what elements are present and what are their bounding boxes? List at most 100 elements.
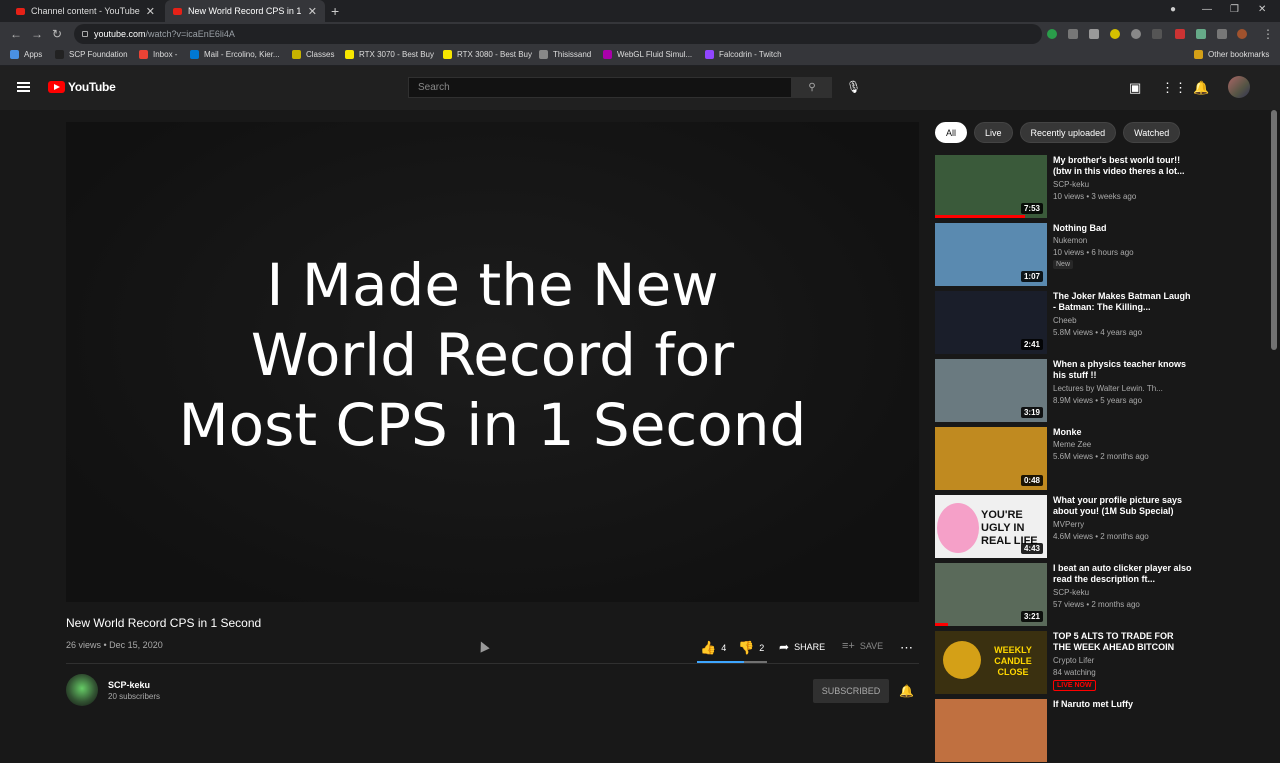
mouse-cursor-icon	[476, 639, 490, 653]
account-avatar[interactable]	[1228, 76, 1250, 98]
video-thumbnail[interactable]: 1:07	[935, 223, 1047, 286]
other-bookmarks[interactable]: Other bookmarks	[1194, 50, 1269, 59]
forward-icon[interactable]: →	[31, 27, 43, 41]
chip-watched[interactable]: Watched	[1123, 122, 1181, 143]
channel-name[interactable]: SCP-keku	[108, 680, 150, 690]
bookmark-thisissand[interactable]: Thisissand	[539, 50, 591, 59]
video-thumbnail[interactable]: WEEKLY CANDLE CLOSE	[935, 631, 1047, 694]
recommendation-title[interactable]: When a physics teacher knows his stuff !…	[1053, 359, 1193, 381]
recommendation-item[interactable]: 0:48 Monke Meme Zee 5.6M views • 2 months a…	[935, 427, 1185, 491]
video-thumbnail[interactable]: 0:48	[935, 427, 1047, 490]
recommendation-channel[interactable]: Lectures by Walter Lewin. Th...	[1053, 384, 1163, 393]
extension-icon[interactable]	[1175, 29, 1185, 39]
recommendation-title[interactable]: I beat an auto clicker player also read …	[1053, 563, 1193, 585]
bookmark-classes[interactable]: Classes	[292, 50, 334, 59]
share-button[interactable]: ➦ SHARE	[779, 640, 825, 654]
maximize-icon[interactable]: ❐	[1230, 4, 1239, 15]
extension-icon[interactable]	[1110, 29, 1120, 39]
notification-bell-icon[interactable]: 🔔	[899, 684, 914, 698]
menu-icon[interactable]	[17, 82, 30, 92]
back-icon[interactable]: ←	[10, 27, 22, 41]
chrome-menu-icon[interactable]: ⋮	[1262, 27, 1274, 41]
bookmark-rtx3080[interactable]: RTX 3080 - Best Buy	[443, 50, 532, 59]
video-player[interactable]: I Made the New World Record for Most CPS…	[66, 122, 919, 602]
video-thumbnail[interactable]: 3:19	[935, 359, 1047, 422]
recommendation-item[interactable]: 2:41 The Joker Makes Batman Laugh - Batma…	[935, 291, 1191, 355]
recommendation-channel[interactable]: SCP-keku	[1053, 588, 1089, 597]
recommendation-title[interactable]: The Joker Makes Batman Laugh - Batman: T…	[1053, 291, 1193, 313]
recommendation-item[interactable]: 7:53 My brother's best world tour!! (btw …	[935, 155, 1185, 219]
page-scrollbar[interactable]	[1271, 110, 1277, 350]
recommendation-title[interactable]: Monke	[1053, 427, 1193, 438]
recommendation-meta: 84 watching	[1053, 668, 1096, 677]
subscribed-button[interactable]: SUBSCRIBED	[813, 679, 889, 703]
recommendation-channel[interactable]: SCP-keku	[1053, 180, 1089, 189]
extension-icon[interactable]	[1089, 29, 1099, 39]
close-window-icon[interactable]: ✕	[1258, 4, 1266, 15]
chip-recently-uploaded[interactable]: Recently uploaded	[1019, 122, 1117, 143]
bookmark-twitch[interactable]: Falcodrin - Twitch	[705, 50, 782, 59]
like-button[interactable]: 👍 4	[700, 640, 726, 656]
video-thumbnail[interactable]	[935, 699, 1047, 762]
recommendation-channel[interactable]: Crypto Lifer	[1053, 656, 1094, 665]
youtube-logo[interactable]: YouTube	[48, 80, 116, 94]
dislike-button[interactable]: 👎 2	[738, 640, 764, 656]
puzzle-icon[interactable]	[1196, 29, 1206, 39]
browser-tab-video[interactable]: New World Record CPS in 1 Second ✕	[165, 0, 325, 22]
recommendation-channel[interactable]: Nukemon	[1053, 236, 1087, 245]
extension-icon[interactable]	[1068, 29, 1078, 39]
video-thumbnail[interactable]: 2:41	[935, 291, 1047, 354]
video-thumbnail[interactable]: 7:53	[935, 155, 1047, 218]
new-tab-icon[interactable]: +	[331, 3, 339, 19]
chip-all[interactable]: All	[935, 122, 968, 143]
bookmark-scp[interactable]: SCP Foundation	[55, 50, 128, 59]
bookmark-mail[interactable]: Mail - Ercolino, Kier...	[190, 50, 280, 59]
recommendation-channel[interactable]: Meme Zee	[1053, 440, 1091, 449]
microphone-icon[interactable]: 🎙	[846, 80, 861, 94]
save-button[interactable]: ≡+ SAVE	[842, 640, 883, 652]
more-actions-icon[interactable]: ⋯	[900, 640, 913, 656]
minimize-icon[interactable]: —	[1202, 4, 1212, 15]
bookmark-label: WebGL Fluid Simul...	[617, 50, 693, 59]
profile-menu-icon[interactable]: ●	[1170, 4, 1176, 15]
recommendation-item[interactable]: YOU'RE UGLY IN REAL LIFE 4:43 What your pr…	[935, 495, 1185, 559]
recommendation-title[interactable]: My brother's best world tour!! (btw in t…	[1053, 155, 1193, 177]
reading-list-icon[interactable]	[1217, 29, 1227, 39]
recommendation-item[interactable]: 3:19 When a physics teacher knows his stu…	[935, 359, 1186, 423]
scp-logo-icon	[55, 50, 64, 59]
recommendation-title[interactable]: What your profile picture says about you…	[1053, 495, 1193, 517]
bookmark-webgl[interactable]: WebGL Fluid Simul...	[603, 50, 692, 59]
bookmark-apps[interactable]: Apps	[10, 50, 42, 59]
video-duration: 0:48	[1020, 475, 1043, 486]
recommendation-channel[interactable]: MVPerry	[1053, 520, 1084, 529]
profile-icon[interactable]	[1237, 29, 1247, 39]
extension-icon[interactable]	[1131, 29, 1141, 39]
browser-tab-studio[interactable]: Channel content - YouTube Studio ✕	[8, 0, 163, 22]
close-tab-icon[interactable]: ✕	[308, 5, 317, 18]
recommendation-title[interactable]: TOP 5 ALTS TO TRADE FOR THE WEEK AHEAD B…	[1053, 631, 1193, 653]
bookmark-rtx3070[interactable]: RTX 3070 - Best Buy	[345, 50, 434, 59]
video-thumbnail[interactable]: YOU'RE UGLY IN REAL LIFE 4:43	[935, 495, 1047, 558]
search-button[interactable]: ⚲	[792, 77, 832, 98]
chip-live[interactable]: Live	[974, 122, 1013, 143]
recommendation-item[interactable]: WEEKLY CANDLE CLOSE TOP 5 ALTS TO TRADE F…	[935, 631, 1185, 695]
recommendation-title[interactable]: Nothing Bad	[1053, 223, 1193, 234]
search-input[interactable]: Search	[408, 77, 792, 98]
video-thumbnail[interactable]: 3:21	[935, 563, 1047, 626]
apps-grid-icon[interactable]: ⋮⋮	[1161, 80, 1187, 96]
channel-avatar[interactable]	[66, 674, 98, 706]
create-video-icon[interactable]: ▣	[1129, 80, 1141, 96]
recommendation-title[interactable]: If Naruto met Luffy	[1053, 699, 1193, 710]
extension-icon[interactable]	[1152, 29, 1162, 39]
search-icon: ⚲	[808, 82, 816, 93]
url-bar[interactable]: youtube.com/watch?v=icaEnE6li4A	[74, 24, 1042, 44]
recommendation-item[interactable]: 3:21 I beat an auto clicker player also r…	[935, 563, 1192, 627]
extension-icon[interactable]	[1047, 29, 1057, 39]
recommendation-channel[interactable]: Cheeb	[1053, 316, 1077, 325]
recommendation-item[interactable]: 1:07 Nothing Bad Nukemon 10 views • 6 hours…	[935, 223, 1185, 287]
recommendation-item[interactable]: If Naruto met Luffy	[935, 699, 1185, 763]
notifications-bell-icon[interactable]: 🔔	[1193, 80, 1209, 96]
bookmark-inbox[interactable]: Inbox -	[139, 50, 177, 59]
close-tab-icon[interactable]: ✕	[146, 5, 155, 18]
reload-icon[interactable]: ↻	[52, 27, 62, 41]
